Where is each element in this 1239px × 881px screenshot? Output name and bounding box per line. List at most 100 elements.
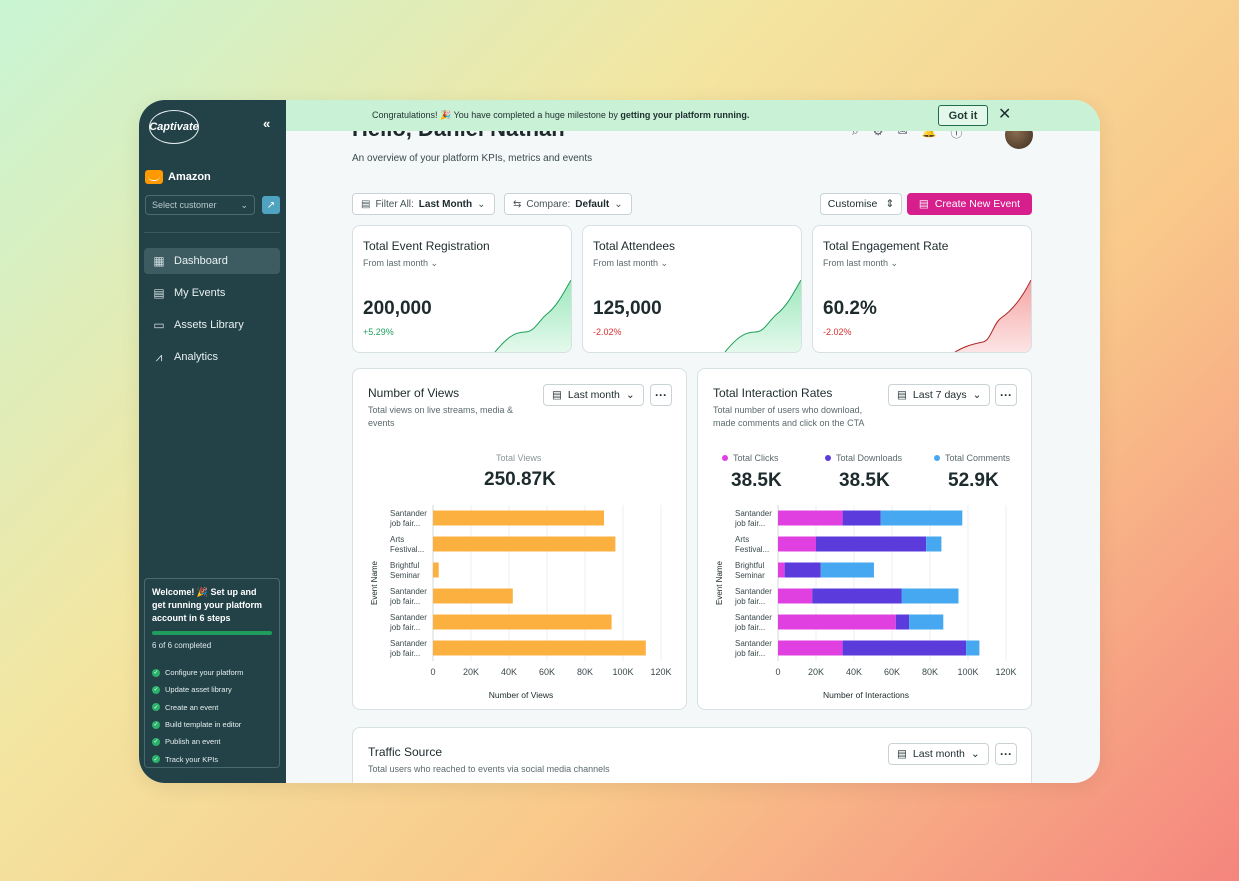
bar (812, 588, 902, 604)
banner-text: Congratulations! 🎉 You have completed a … (372, 110, 621, 120)
onboarding-step[interactable]: ✓ Publish an event (152, 733, 272, 750)
y-axis-title: Event Name (370, 560, 379, 605)
check-icon: ✓ (152, 737, 160, 746)
x-tick-label: 20K (463, 667, 479, 677)
compare-dropdown[interactable]: ⇆ Compare: Default ⌄ (504, 193, 632, 215)
kpi-title: Total Engagement Rate (823, 239, 949, 253)
interactions-range-dropdown[interactable]: ▤ Last 7 days ⌄ (888, 384, 991, 406)
legend-value: 38.5K (731, 470, 782, 491)
onboarding-step[interactable]: ✓ Update asset library (152, 681, 272, 698)
customise-label: Customise (827, 198, 878, 210)
more-options-icon[interactable]: ··· (995, 384, 1017, 406)
bar (433, 588, 513, 604)
chevron-down-icon: ⌄ (972, 389, 982, 401)
calendar-icon: ▤ (361, 198, 371, 210)
bar (433, 614, 612, 630)
bar (966, 640, 980, 656)
kpi-period-dropdown[interactable]: From last month ⌄ (363, 258, 438, 269)
step-label: Build template in editor (165, 720, 242, 730)
y-tick-label: Santander (390, 639, 427, 648)
step-label: Configure your platform (165, 668, 244, 678)
check-icon: ✓ (152, 685, 160, 694)
card-title: Total Interaction Rates (713, 386, 833, 400)
create-event-button[interactable]: ▤ Create New Event (907, 193, 1032, 215)
x-tick-label: 100K (957, 667, 978, 677)
chevron-down-icon: ⌄ (614, 198, 623, 210)
y-tick-label: job fair... (734, 623, 765, 632)
more-options-icon[interactable]: ··· (995, 743, 1017, 765)
y-tick-label: Seminar (735, 571, 765, 580)
total-views-label: Total Views (496, 453, 542, 463)
chevron-down-icon: ⌄ (477, 198, 486, 210)
sidebar-item-label: My Events (174, 287, 226, 299)
customise-button[interactable]: Customise ⇕ (820, 193, 902, 215)
y-tick-label: job fair... (734, 519, 765, 528)
calendar-icon: ▤ (552, 389, 562, 401)
x-tick-label: 100K (612, 667, 633, 677)
app-logo[interactable]: Captivate (149, 110, 199, 144)
sidebar-item-dashboard[interactable]: ▦ Dashboard (144, 248, 280, 274)
chevron-down-icon: ⌄ (660, 258, 669, 268)
onboarding-step[interactable]: ✓ Configure your platform (152, 664, 272, 681)
y-tick-label: Santander (735, 613, 772, 622)
sidebar-item-my-events[interactable]: ▤ My Events (144, 280, 280, 306)
check-icon: ✓ (152, 720, 160, 729)
sidebar-item-analytics[interactable]: ⩘ Analytics (144, 344, 280, 370)
sidebar-item-label: Analytics (174, 351, 219, 363)
bar (433, 536, 616, 552)
kpi-sparkline (954, 280, 1031, 352)
close-icon[interactable]: ✕ (998, 104, 1011, 124)
x-tick-label: 60K (539, 667, 555, 677)
more-options-icon[interactable]: ··· (650, 384, 672, 406)
card-subtitle: Total views on live streams, media & even… (368, 404, 513, 430)
legend-value: 38.5K (839, 470, 890, 491)
chevron-down-icon: ⌄ (970, 748, 980, 760)
range-label: Last month (912, 748, 965, 760)
legend-dot (934, 455, 940, 461)
bar (901, 588, 959, 604)
onboarding-step[interactable]: ✓ Track your KPIs (152, 750, 272, 767)
x-tick-label: 60K (884, 667, 900, 677)
filter-dropdown[interactable]: ▤ Filter All: Last Month ⌄ (352, 193, 495, 215)
select-customer-dropdown[interactable]: Select customer ⌄ (145, 195, 255, 215)
sort-icon: ⇕ (885, 198, 895, 210)
x-tick-label: 120K (995, 667, 1016, 677)
collapse-sidebar-icon[interactable]: « (263, 116, 270, 131)
x-tick-label: 0 (775, 667, 780, 677)
banner-text-bold: getting your platform running. (620, 110, 750, 120)
views-range-dropdown[interactable]: ▤ Last month ⌄ (543, 384, 644, 406)
sidebar-item-label: Assets Library (174, 319, 244, 331)
legend-label: Total Comments (945, 453, 1011, 463)
interactions-bar-chart: 0 20K 40K 60K 80K 100K 120KSantanderjob fair..… (715, 505, 1017, 699)
chevron-down-icon: ⌄ (430, 258, 439, 268)
y-tick-label: Santander (735, 509, 772, 518)
onboarding-step[interactable]: ✓ Build template in editor (152, 716, 272, 733)
y-tick-label: Arts (735, 535, 749, 544)
step-label: Track your KPIs (165, 754, 219, 764)
sidebar: Captivate « Amazon Select customer ⌄ ↗ ▦… (139, 100, 286, 783)
y-tick-label: Santander (735, 639, 772, 648)
bar (778, 510, 843, 526)
external-link-icon[interactable]: ↗ (262, 196, 280, 214)
kpi-title: Total Attendees (593, 239, 676, 253)
chevron-down-icon: ⌄ (240, 199, 248, 210)
onboarding-step[interactable]: ✓ Create an event (152, 699, 272, 716)
calendar-icon: ▤ (897, 748, 907, 760)
y-tick-label: job fair... (389, 649, 420, 658)
bar (778, 640, 843, 656)
kpi-change: -2.02% (823, 327, 852, 337)
card-subtitle: Total users who reached to events via so… (368, 764, 610, 774)
kpi-period-dropdown[interactable]: From last month ⌄ (593, 258, 668, 269)
x-tick-label: 80K (922, 667, 938, 677)
x-tick-label: 80K (577, 667, 593, 677)
kpi-value: 125,000 (593, 298, 662, 319)
bar (433, 510, 604, 526)
legend-item-clicks: Total Clicks (722, 453, 779, 463)
kpi-period-dropdown[interactable]: From last month ⌄ (823, 258, 898, 269)
kpi-value: 60.2% (823, 298, 877, 319)
x-axis-title: Number of Interactions (823, 690, 909, 699)
got-it-button[interactable]: Got it (938, 105, 988, 126)
traffic-range-dropdown[interactable]: ▤ Last month ⌄ (888, 743, 989, 765)
bar (778, 562, 785, 578)
sidebar-item-assets-library[interactable]: ▭ Assets Library (144, 312, 280, 338)
